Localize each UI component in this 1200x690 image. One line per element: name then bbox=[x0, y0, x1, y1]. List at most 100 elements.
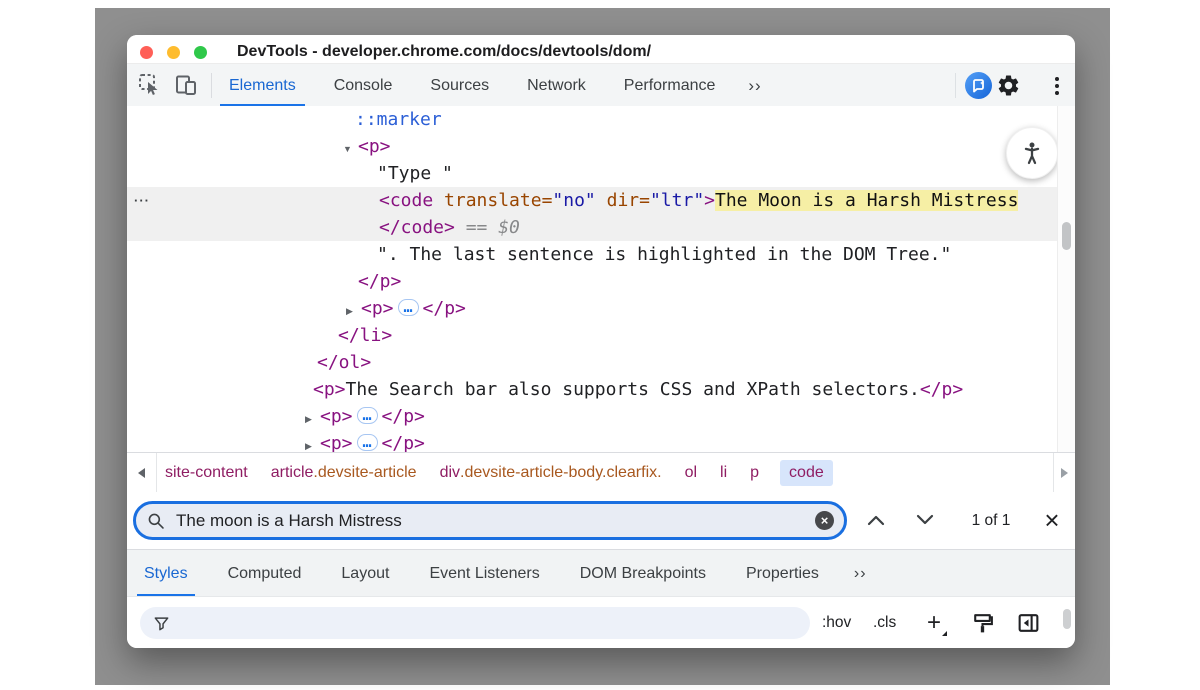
dom-token-text: ". The last sentence is highlighted in t… bbox=[377, 244, 951, 265]
dom-tree-row[interactable]: ▶<p>…</p> bbox=[127, 295, 1058, 322]
breadcrumb-item[interactable]: ol bbox=[683, 460, 699, 486]
traffic-light-zoom[interactable] bbox=[194, 46, 207, 59]
breadcrumb-scroll-left-icon[interactable] bbox=[127, 453, 157, 493]
dom-token-tag: </li> bbox=[338, 325, 392, 346]
title-bar: DevTools - developer.chrome.com/docs/dev… bbox=[127, 35, 1075, 63]
dom-tree-row[interactable]: </code> == $0 bbox=[127, 214, 1058, 241]
breadcrumb-item[interactable]: li bbox=[718, 460, 729, 486]
dom-tree-row[interactable]: </ol> bbox=[127, 349, 1058, 376]
breadcrumb-tag: site-content bbox=[165, 464, 248, 482]
panel-tab-overflow-icon[interactable]: ›› bbox=[742, 64, 767, 107]
dom-token-tag: <code bbox=[379, 190, 444, 211]
panel-tabs: Elements Console Sources Network Performance… bbox=[216, 64, 768, 107]
dom-token-text: "Type " bbox=[377, 163, 453, 184]
sidebar-tab-overflow-icon[interactable]: ›› bbox=[848, 550, 873, 597]
styles-filter-input[interactable] bbox=[178, 614, 810, 633]
breadcrumb-item[interactable]: p bbox=[748, 460, 761, 486]
window-title: DevTools - developer.chrome.com/docs/dev… bbox=[237, 43, 651, 61]
traffic-light-minimize[interactable] bbox=[167, 46, 180, 59]
previous-result-icon[interactable] bbox=[862, 506, 890, 534]
dom-tree-row[interactable]: <p>The Search bar also supports CSS and … bbox=[127, 376, 1058, 403]
dom-token-hl: The Moon is a Harsh Mistress bbox=[715, 190, 1018, 211]
expander-arrow-icon[interactable]: ▶ bbox=[305, 433, 320, 452]
toolbar-right-divider bbox=[955, 73, 956, 98]
ai-assistance-icon[interactable] bbox=[965, 72, 992, 99]
breadcrumb-item[interactable]: article.devsite-article bbox=[269, 460, 419, 486]
pseudo-state-toggle[interactable]: :hov bbox=[822, 597, 851, 648]
dom-token-text bbox=[596, 190, 607, 211]
collapsed-content-ellipsis[interactable]: … bbox=[357, 434, 378, 451]
expander-arrow-icon[interactable]: ▼ bbox=[343, 136, 358, 163]
dom-tree-row[interactable]: </p> bbox=[127, 268, 1058, 295]
dom-tree-panel: ::marker▼<p>"Type "···<code translate="n… bbox=[127, 106, 1075, 452]
collapsed-content-ellipsis[interactable]: … bbox=[398, 299, 419, 316]
more-actions-gutter-icon[interactable]: ··· bbox=[134, 187, 150, 214]
dom-tree-row[interactable]: ". The last sentence is highlighted in t… bbox=[127, 241, 1058, 268]
sidebar-tab-styles[interactable]: Styles bbox=[131, 550, 201, 597]
funnel-icon bbox=[153, 615, 170, 632]
dom-token-eq: == bbox=[455, 217, 498, 238]
kebab-menu-icon[interactable] bbox=[1047, 73, 1067, 98]
dom-tree-row[interactable]: ::marker bbox=[127, 106, 1058, 133]
new-style-rule-icon[interactable]: + bbox=[922, 610, 946, 636]
dom-tree-rows: ::marker▼<p>"Type "···<code translate="n… bbox=[127, 106, 1075, 452]
dom-token-val: "ltr" bbox=[650, 190, 704, 211]
dom-token-tag: </p> bbox=[382, 406, 425, 427]
breadcrumb-item[interactable]: div.devsite-article-body.clearfix. bbox=[438, 460, 664, 486]
traffic-light-close[interactable] bbox=[140, 46, 153, 59]
dom-tree-row[interactable]: ▼<p> bbox=[127, 133, 1058, 160]
dom-token-tag: <p> bbox=[361, 298, 394, 319]
breadcrumb-scroll-right-icon[interactable] bbox=[1053, 453, 1075, 493]
styles-filter-row: :hov .cls + bbox=[127, 596, 1075, 648]
panel-tab-elements[interactable]: Elements bbox=[216, 64, 309, 107]
breadcrumb-item[interactable]: site-content bbox=[163, 460, 250, 486]
panel-tab-network[interactable]: Network bbox=[514, 64, 599, 107]
sidebar-tabs: Styles Computed Layout Event Listeners DOM B… bbox=[127, 549, 1075, 597]
dock-panel-icon[interactable] bbox=[1016, 610, 1041, 636]
accessibility-person-icon[interactable] bbox=[1006, 127, 1058, 179]
brush-icon[interactable] bbox=[970, 610, 995, 636]
dom-token-tag: <p> bbox=[320, 433, 353, 452]
scrollbar-thumb[interactable] bbox=[1062, 222, 1071, 250]
breadcrumb-class: .devsite-article-body.clearfix. bbox=[460, 464, 662, 482]
panel-tab-sources[interactable]: Sources bbox=[417, 64, 502, 107]
dom-token-tag: </p> bbox=[423, 298, 466, 319]
expander-arrow-icon[interactable]: ▶ bbox=[346, 298, 361, 325]
sidebar-tab-layout[interactable]: Layout bbox=[328, 550, 402, 597]
panel-tab-performance[interactable]: Performance bbox=[611, 64, 729, 107]
class-toggle[interactable]: .cls bbox=[873, 597, 896, 648]
sidebar-tab-dom-breakpoints[interactable]: DOM Breakpoints bbox=[567, 550, 719, 597]
dom-token-tag: </p> bbox=[382, 433, 425, 452]
device-toolbar-icon[interactable] bbox=[173, 72, 199, 98]
sidebar-tab-properties[interactable]: Properties bbox=[733, 550, 832, 597]
inspect-cursor-icon[interactable] bbox=[137, 72, 163, 98]
dom-token-tag: <p> bbox=[313, 379, 346, 400]
collapsed-content-ellipsis[interactable]: … bbox=[357, 407, 378, 424]
search-bar-row: × 1 of 1 × bbox=[127, 492, 1075, 550]
sidebar-tab-event-listeners[interactable]: Event Listeners bbox=[416, 550, 552, 597]
clear-search-icon[interactable]: × bbox=[815, 511, 834, 530]
dom-tree-row[interactable]: ▶<p>…</p> bbox=[127, 403, 1058, 430]
dom-tree-row[interactable]: "Type " bbox=[127, 160, 1058, 187]
expander-arrow-icon[interactable]: ▶ bbox=[305, 406, 320, 433]
next-result-icon[interactable] bbox=[911, 506, 939, 534]
search-close-icon[interactable]: × bbox=[1032, 492, 1072, 549]
search-input[interactable] bbox=[174, 510, 815, 532]
sidebar-tab-computed[interactable]: Computed bbox=[215, 550, 315, 597]
dom-token-tag: <p> bbox=[320, 406, 353, 427]
breadcrumb-item[interactable]: code bbox=[780, 460, 833, 486]
sidebar-scrollbar-thumb[interactable] bbox=[1063, 609, 1071, 629]
dom-token-text: The Search bar also supports CSS and XPa… bbox=[346, 379, 920, 400]
dom-tree-row[interactable]: ···<code translate="no" dir="ltr">The Mo… bbox=[127, 187, 1058, 214]
dom-token-pseudo: ::marker bbox=[355, 109, 442, 130]
dom-tree-row[interactable]: ▶<p>…</p> bbox=[127, 430, 1058, 452]
search-field: × bbox=[133, 501, 847, 540]
vertical-scrollbar[interactable] bbox=[1057, 106, 1075, 452]
gear-icon[interactable] bbox=[996, 73, 1021, 98]
dom-tree-row[interactable]: </li> bbox=[127, 322, 1058, 349]
search-result-count: 1 of 1 bbox=[947, 492, 1035, 549]
panel-tab-console[interactable]: Console bbox=[321, 64, 406, 107]
devtools-window: DevTools - developer.chrome.com/docs/dev… bbox=[127, 35, 1075, 648]
breadcrumb-class: .devsite-article bbox=[313, 464, 416, 482]
dom-token-tag: </p> bbox=[920, 379, 963, 400]
